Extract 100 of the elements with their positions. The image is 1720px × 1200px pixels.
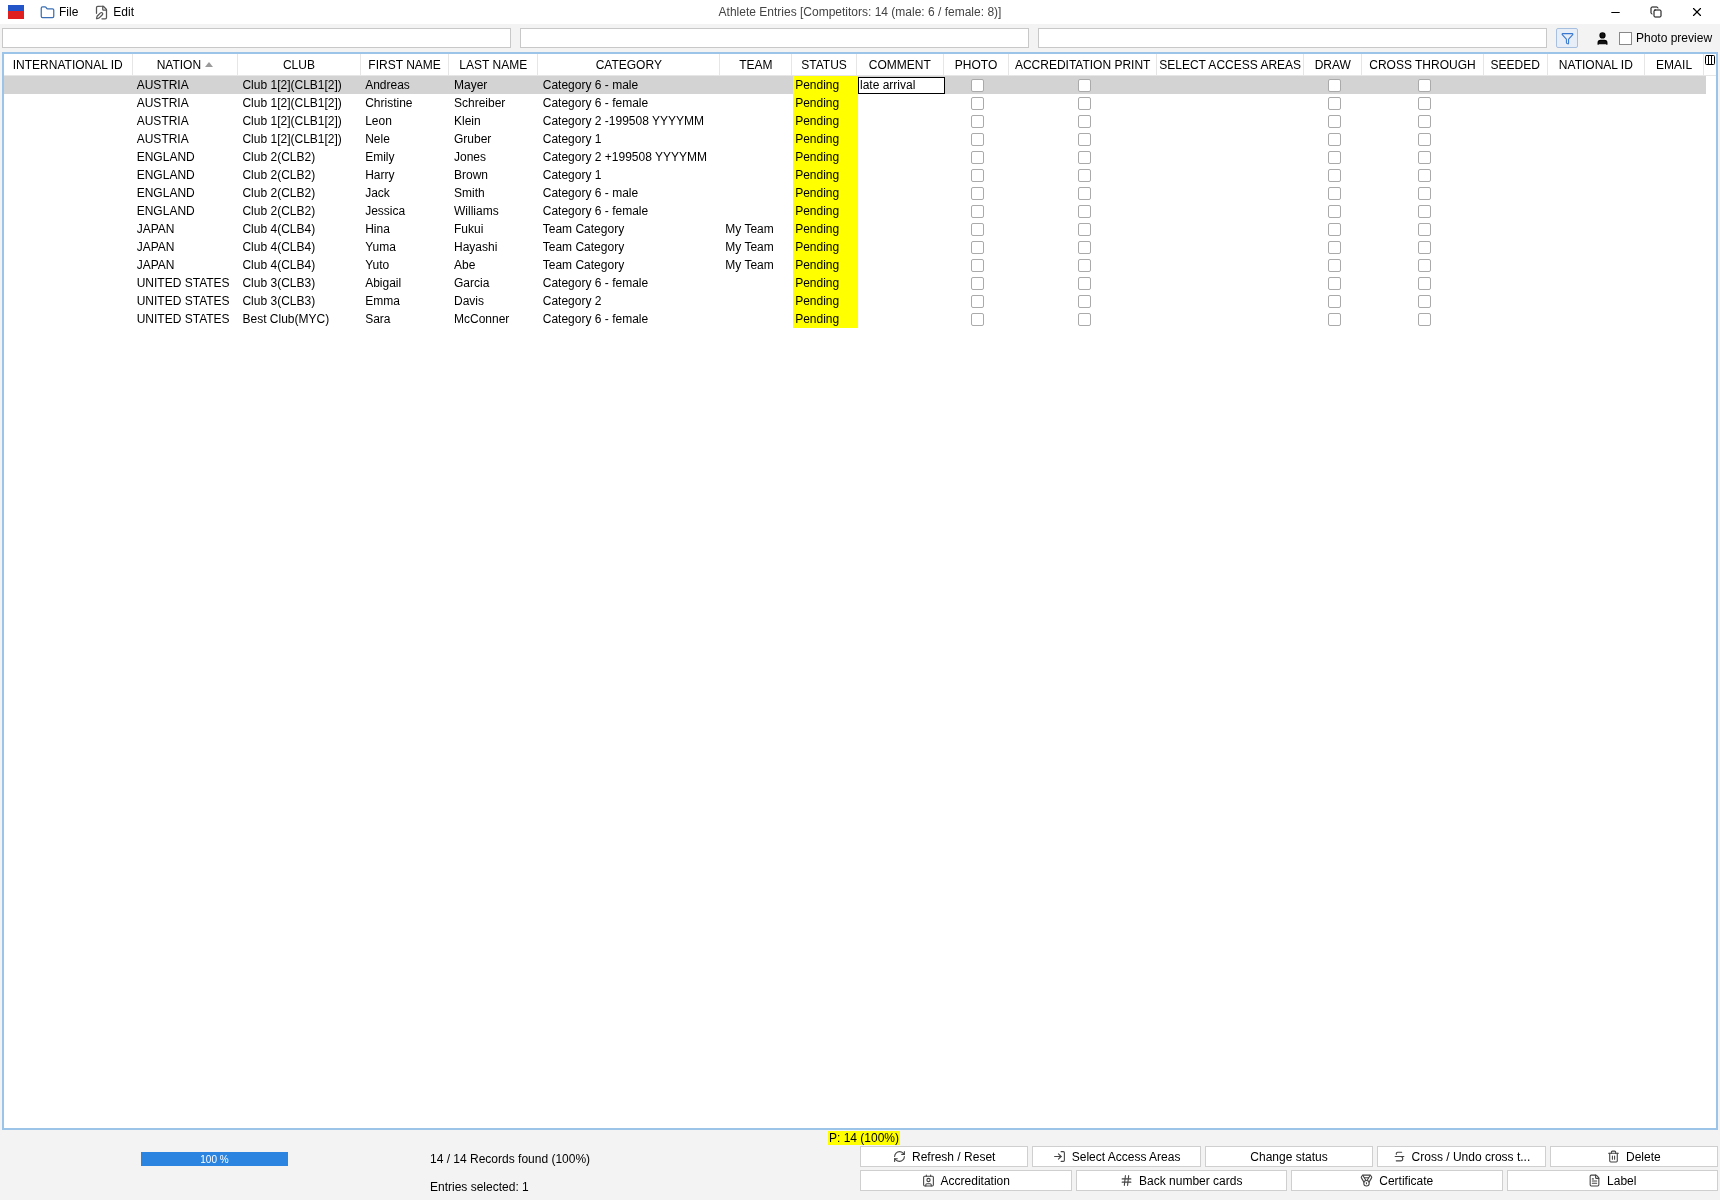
checkbox[interactable] (971, 258, 985, 272)
checkbox[interactable] (1077, 222, 1091, 236)
column-header[interactable]: FIRST NAME (360, 54, 450, 75)
checkbox[interactable] (971, 186, 985, 200)
action-button[interactable]: Cross / Undo cross t... (1377, 1146, 1546, 1167)
action-button[interactable]: Refresh / Reset (860, 1146, 1029, 1167)
checkbox[interactable] (1328, 96, 1342, 110)
checkbox[interactable] (971, 150, 985, 164)
filter-button[interactable] (1556, 28, 1578, 48)
checkbox[interactable] (1328, 78, 1342, 92)
table-cell-text: UNITED STATES (136, 275, 230, 292)
checkbox[interactable] (971, 96, 985, 110)
column-header[interactable]: COMMENT (857, 54, 944, 75)
menu-item[interactable]: File (40, 3, 79, 21)
checkbox[interactable] (971, 204, 985, 218)
checkbox[interactable] (1328, 240, 1342, 254)
checkbox[interactable] (1077, 96, 1091, 110)
checkbox[interactable] (971, 114, 985, 128)
checkbox[interactable] (1328, 258, 1342, 272)
checkbox[interactable] (1418, 96, 1432, 110)
column-header[interactable]: EMAIL (1645, 54, 1704, 75)
column-header[interactable]: INTERNATIONAL ID (4, 54, 133, 75)
checkbox[interactable] (1077, 186, 1091, 200)
action-button[interactable]: Accreditation (860, 1170, 1072, 1191)
checkbox[interactable] (1418, 222, 1432, 236)
checkbox[interactable] (1418, 294, 1432, 308)
checkbox[interactable] (1077, 258, 1091, 272)
checkbox[interactable] (1328, 150, 1342, 164)
checkbox[interactable] (1328, 186, 1342, 200)
checkbox[interactable] (1077, 132, 1091, 146)
checkbox[interactable] (1328, 312, 1342, 326)
column-header[interactable]: CROSS THROUGH (1362, 54, 1484, 75)
column-header[interactable]: SEEDED (1483, 54, 1548, 75)
column-chooser-icon[interactable] (1704, 54, 1716, 66)
restore-icon[interactable] (1650, 6, 1662, 18)
checkbox[interactable] (1077, 114, 1091, 128)
checkbox[interactable] (1077, 312, 1091, 326)
table-cell-text: ENGLAND (136, 149, 195, 166)
column-header[interactable]: SELECT ACCESS AREAS (1156, 54, 1305, 75)
column-header[interactable]: NATIONAL ID (1547, 54, 1646, 75)
checkbox[interactable] (1328, 222, 1342, 236)
column-header[interactable]: CATEGORY (538, 54, 721, 75)
checkbox[interactable] (1418, 78, 1432, 92)
filter-field[interactable] (520, 28, 1029, 48)
checkbox[interactable] (1077, 168, 1091, 182)
action-button[interactable]: Change status (1204, 1146, 1374, 1167)
checkbox[interactable] (1418, 186, 1432, 200)
checkbox[interactable] (971, 240, 985, 254)
person-icon (1595, 30, 1610, 46)
table-cell-text: Category 6 - male (542, 185, 639, 202)
action-button[interactable]: Delete (1549, 1146, 1719, 1167)
table-cell-text: Club 2(CLB2) (242, 149, 316, 166)
checkbox[interactable] (1418, 204, 1432, 218)
checkbox[interactable] (971, 294, 985, 308)
checkbox[interactable] (1418, 114, 1432, 128)
column-header[interactable]: TEAM (720, 54, 793, 75)
column-header[interactable]: STATUS (792, 54, 857, 75)
checkbox[interactable] (971, 276, 985, 290)
column-header[interactable]: ACCREDITATION PRINT (1009, 54, 1157, 75)
column-header[interactable]: PHOTO (943, 54, 1010, 75)
checkbox[interactable] (971, 168, 985, 182)
comment-input[interactable]: late arrival (858, 76, 945, 94)
filter-field[interactable] (2, 28, 511, 48)
action-button[interactable]: Certificate (1291, 1170, 1503, 1191)
checkbox[interactable] (971, 132, 985, 146)
checkbox[interactable] (1328, 114, 1342, 128)
checkbox[interactable] (1077, 204, 1091, 218)
checkbox[interactable] (1077, 150, 1091, 164)
checkbox[interactable] (1077, 78, 1091, 92)
menu-item[interactable]: Edit (94, 3, 135, 21)
checkbox[interactable] (971, 78, 985, 92)
checkbox[interactable] (1418, 132, 1432, 146)
action-button[interactable]: Select Access Areas (1032, 1146, 1201, 1167)
checkbox[interactable] (1418, 240, 1432, 254)
checkbox[interactable] (971, 312, 985, 326)
column-header[interactable]: NATION (132, 54, 239, 75)
checkbox[interactable] (1418, 312, 1432, 326)
checkbox[interactable] (1418, 150, 1432, 164)
checkbox[interactable] (1077, 294, 1091, 308)
close-icon[interactable] (1690, 5, 1704, 19)
checkbox[interactable] (1328, 132, 1342, 146)
entries-selected-text: Entries selected: 1 (430, 1179, 530, 1196)
checkbox[interactable] (1418, 168, 1432, 182)
column-header[interactable]: CLUB (238, 54, 361, 75)
checkbox[interactable] (1328, 168, 1342, 182)
action-button[interactable]: Back number cards (1075, 1170, 1287, 1191)
checkbox[interactable] (1418, 276, 1432, 290)
checkbox[interactable] (1328, 276, 1342, 290)
action-button[interactable]: Label (1506, 1170, 1718, 1191)
checkbox[interactable] (1077, 276, 1091, 290)
checkbox[interactable] (1328, 204, 1342, 218)
column-header[interactable]: DRAW (1304, 54, 1363, 75)
checkbox[interactable] (1077, 240, 1091, 254)
photo-preview-checkbox[interactable] (1619, 31, 1632, 45)
checkbox[interactable] (1328, 294, 1342, 308)
checkbox[interactable] (971, 222, 985, 236)
column-header[interactable]: LAST NAME (449, 54, 539, 75)
checkbox[interactable] (1418, 258, 1432, 272)
filter-field[interactable] (1038, 28, 1547, 48)
table-row[interactable]: AUSTRIA Club 1[2](CLB1[2]) Andreas Mayer Category 6 - male Pending late arrival (4, 76, 1706, 94)
